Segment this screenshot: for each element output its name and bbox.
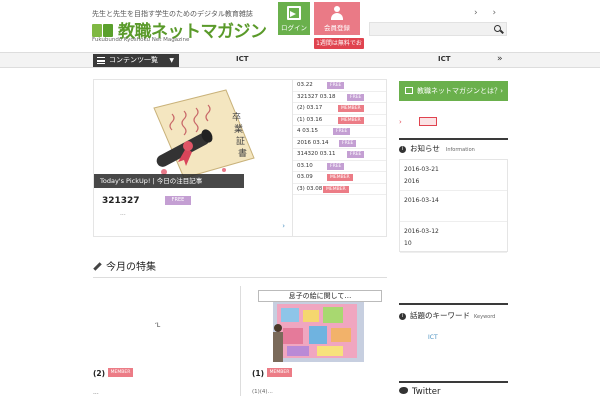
hamburger-icon (97, 57, 105, 64)
free-badge: FREE (347, 93, 365, 101)
list-item[interactable]: 03.10 FREE (293, 161, 386, 172)
featured-excerpt: ... (120, 210, 126, 217)
search-icon[interactable] (494, 25, 501, 32)
feature-1-excerpt: ... (93, 389, 99, 396)
notice-heading: i お知らせ Information (399, 143, 475, 154)
user-icon (330, 6, 344, 20)
nav-more-icon[interactable]: » (497, 54, 503, 64)
list-item[interactable]: 2016 03.14 FREE (293, 138, 386, 149)
free-badge: FREE (347, 151, 365, 158)
list-item[interactable]: (2) 03.17 MEMBER (293, 103, 386, 115)
free-badge: FREE (327, 162, 345, 170)
list-item[interactable]: 03.22 FREE (293, 80, 386, 92)
feature-2-title[interactable]: (1) (252, 369, 264, 378)
section-divider (399, 303, 508, 305)
logo-subtitle: Fukubundo Kyoshoku Net Magazine (92, 37, 190, 43)
header-link-1[interactable]: › (474, 8, 478, 18)
svg-text:書: 書 (238, 147, 247, 159)
feature-1-title[interactable]: (2) (93, 369, 105, 378)
list-item[interactable]: (1) 03.16 MEMBER (293, 115, 386, 126)
keyword-link[interactable]: ICT (428, 334, 438, 341)
column-divider (240, 286, 241, 396)
free-badge: FREE (327, 82, 345, 89)
member-badge: MEMBER (267, 368, 292, 377)
nav-item-ict[interactable]: ICT (236, 55, 249, 63)
nav-item-ict-2[interactable]: ICT (438, 55, 451, 63)
header-link-2[interactable]: › (492, 8, 496, 18)
free-badge: FREE (165, 196, 191, 205)
svg-text:証: 証 (236, 135, 245, 147)
list-item[interactable]: 314320 03.11 FREE (293, 149, 386, 161)
login-label: ログイン (281, 24, 307, 32)
twitter-icon (399, 387, 408, 394)
about-magazine-label: 教職ネットマガジンとは？ (417, 87, 501, 95)
contents-menu-label: コンテンツ一覧 (109, 56, 158, 64)
register-button[interactable]: 会員登録 (314, 2, 360, 35)
twitter-heading: Twitter (399, 387, 441, 397)
book-icon (405, 87, 413, 94)
list-item[interactable]: 03.09 MEMBER (293, 172, 386, 184)
monthly-feature-heading: 今月の特集 (93, 258, 156, 273)
section-divider (399, 138, 508, 140)
featured-more-icon[interactable]: › (282, 222, 285, 230)
pickup-banner: Today's PickUp! | 今日の注目記事 (94, 174, 244, 188)
notice-item[interactable]: 2016-03-12 10 (400, 222, 507, 253)
notice-item[interactable]: 2016-03-21 2016 (400, 160, 507, 191)
diploma-illustration: 卒 業 証 書 (153, 89, 255, 179)
search-box (369, 22, 507, 42)
site-header: 先生と先生を目指す学生のためのデジタル教育雑誌 教職ネットマガジン Fukubu… (0, 0, 600, 58)
info-icon: i (399, 313, 406, 320)
featured-article-card[interactable]: 卒 業 証 書 Today's PickUp! | 今日の注目記事 321327… (93, 79, 293, 237)
pencil-icon (93, 262, 102, 271)
chevron-down-icon: ▼ (169, 57, 174, 64)
side-red-link[interactable]: › (399, 118, 402, 126)
recent-articles-list: 03.22 FREE 321327 03.18 FREE (2) 03.17 MEMB… (293, 79, 387, 237)
children-drawing-photo (273, 302, 364, 362)
side-red-banner[interactable] (419, 117, 437, 126)
feature-2-excerpt: (1)(4)... (252, 389, 273, 395)
member-badge: MEMBER (338, 116, 364, 124)
keyword-heading: i 話題のキーワード Keyword (399, 310, 495, 321)
contents-menu-button[interactable]: コンテンツ一覧 ▼ (93, 54, 179, 67)
member-badge: MEMBER (108, 368, 133, 377)
chevron-right-icon: › (500, 87, 503, 95)
feature-2-image[interactable] (273, 302, 364, 362)
section-divider (93, 277, 387, 278)
svg-text:卒: 卒 (232, 111, 241, 123)
free-badge: FREE (339, 139, 357, 147)
search-input[interactable] (370, 30, 490, 42)
about-magazine-button[interactable]: 教職ネットマガジンとは？ › (399, 81, 508, 101)
free-badge: FREE (333, 128, 351, 135)
member-badge: MEMBER (323, 185, 349, 193)
notice-item[interactable]: 2016-03-14 (400, 191, 507, 222)
login-icon (287, 6, 301, 20)
featured-image: 卒 業 証 書 (94, 80, 292, 188)
member-badge: MEMBER (338, 105, 364, 112)
header-links: › › (474, 8, 508, 18)
list-item[interactable]: 321327 03.18 FREE (293, 92, 386, 103)
login-button[interactable]: ログイン (278, 2, 310, 35)
featured-title[interactable]: 321327 (102, 196, 140, 206)
notice-list: 2016-03-21 2016 2016-03-14 2016-03-12 10 (399, 159, 508, 253)
list-item[interactable]: 4 03.15 FREE (293, 126, 386, 138)
global-nav: コンテンツ一覧 ▼ ICT ICT » (0, 52, 600, 68)
member-badge: MEMBER (327, 174, 353, 181)
section-divider (399, 381, 508, 383)
list-item[interactable]: (3) 03.08 MEMBER (293, 184, 386, 195)
svg-text:業: 業 (234, 123, 243, 135)
feature-1-image[interactable]: ‘L (155, 322, 160, 329)
feature-2-caption: 息子の絵に関して… (258, 290, 382, 302)
free-trial-badge[interactable]: 1週間は無料でお試し！ (314, 38, 364, 58)
page: 先生と先生を目指す学生のためのデジタル教育雑誌 教職ネットマガジン Fukubu… (0, 0, 600, 400)
info-icon: i (399, 146, 406, 153)
register-label: 会員登録 (324, 24, 350, 32)
logo-book-icon (92, 22, 114, 38)
